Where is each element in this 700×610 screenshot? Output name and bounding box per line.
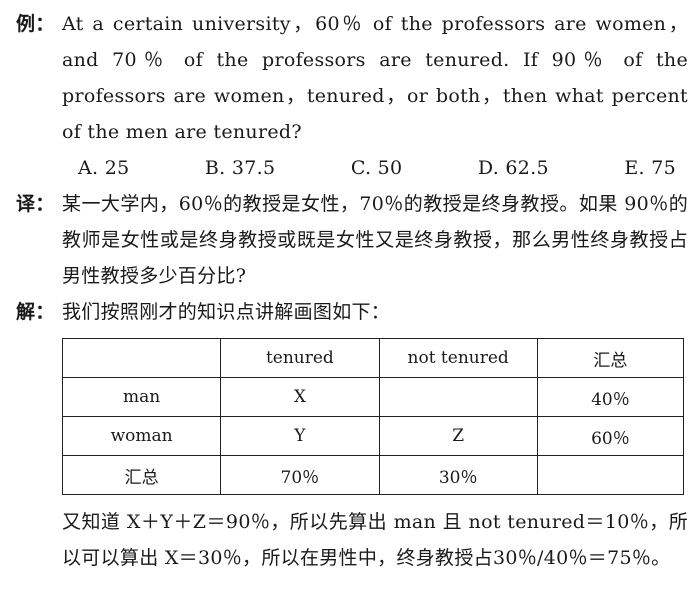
option-d: D. 62.5 <box>477 157 549 179</box>
example-tag: 例： <box>16 13 55 35</box>
example-block: 例： At a certain university，60％ of the pr… <box>16 6 688 150</box>
table-cell: 60％ <box>536 416 685 456</box>
table-cell: X <box>220 377 380 417</box>
table-row: woman Y Z 60％ <box>61 416 685 456</box>
table-cell: man <box>61 377 222 417</box>
table-cell: Y <box>220 416 380 456</box>
table-cell: 40％ <box>536 377 685 417</box>
solution-conclusion: 又知道 X＋Y＋Z＝90％，所以先算出 man 且 not tenured＝10… <box>62 511 688 569</box>
table-cell: Z <box>378 416 538 456</box>
translation-tag: 译： <box>16 193 55 215</box>
table-cell: 汇总 <box>61 455 222 495</box>
solution-tag: 解： <box>16 301 55 323</box>
solution-intro: 我们按照刚才的知识点讲解画图如下： <box>62 301 391 323</box>
answer-options: A. 25 B. 37.5 C. 50 D. 62.5 E. 75 <box>16 150 688 186</box>
table-header-row: tenured not tenured 汇总 <box>61 338 685 378</box>
table-row: 汇总 70％ 30％ <box>61 455 685 495</box>
option-b: B. 37.5 <box>204 157 276 179</box>
table-header-cell: tenured <box>220 338 380 378</box>
option-e: E. 75 <box>624 157 676 179</box>
solution-block: 解： 我们按照刚才的知识点讲解画图如下： <box>16 294 688 330</box>
tenure-table: tenured not tenured 汇总 man X 40％ woman Y… <box>61 338 685 495</box>
table-cell: 30％ <box>378 455 538 495</box>
option-a: A. 25 <box>78 157 130 179</box>
table-row: man X 40％ <box>61 377 685 417</box>
table-cell <box>378 377 538 417</box>
table-cell: woman <box>61 416 222 456</box>
table-header-cell: not tenured <box>378 338 538 378</box>
example-question: At a certain university，60％ of the profe… <box>62 13 688 143</box>
table-cell: 70％ <box>220 455 380 495</box>
translation-text: 某一大学内，60％的教授是女性，70％的教授是终身教授。如果 90％的教师是女性… <box>62 193 688 287</box>
table-header-cell: 汇总 <box>536 338 685 378</box>
table-cell <box>536 455 685 495</box>
translation-block: 译： 某一大学内，60％的教授是女性，70％的教授是终身教授。如果 90％的教师… <box>16 186 688 294</box>
table-header-cell <box>61 338 222 378</box>
conclusion-block: 又知道 X＋Y＋Z＝90％，所以先算出 man 且 not tenured＝10… <box>16 504 688 576</box>
option-c: C. 50 <box>350 157 403 179</box>
